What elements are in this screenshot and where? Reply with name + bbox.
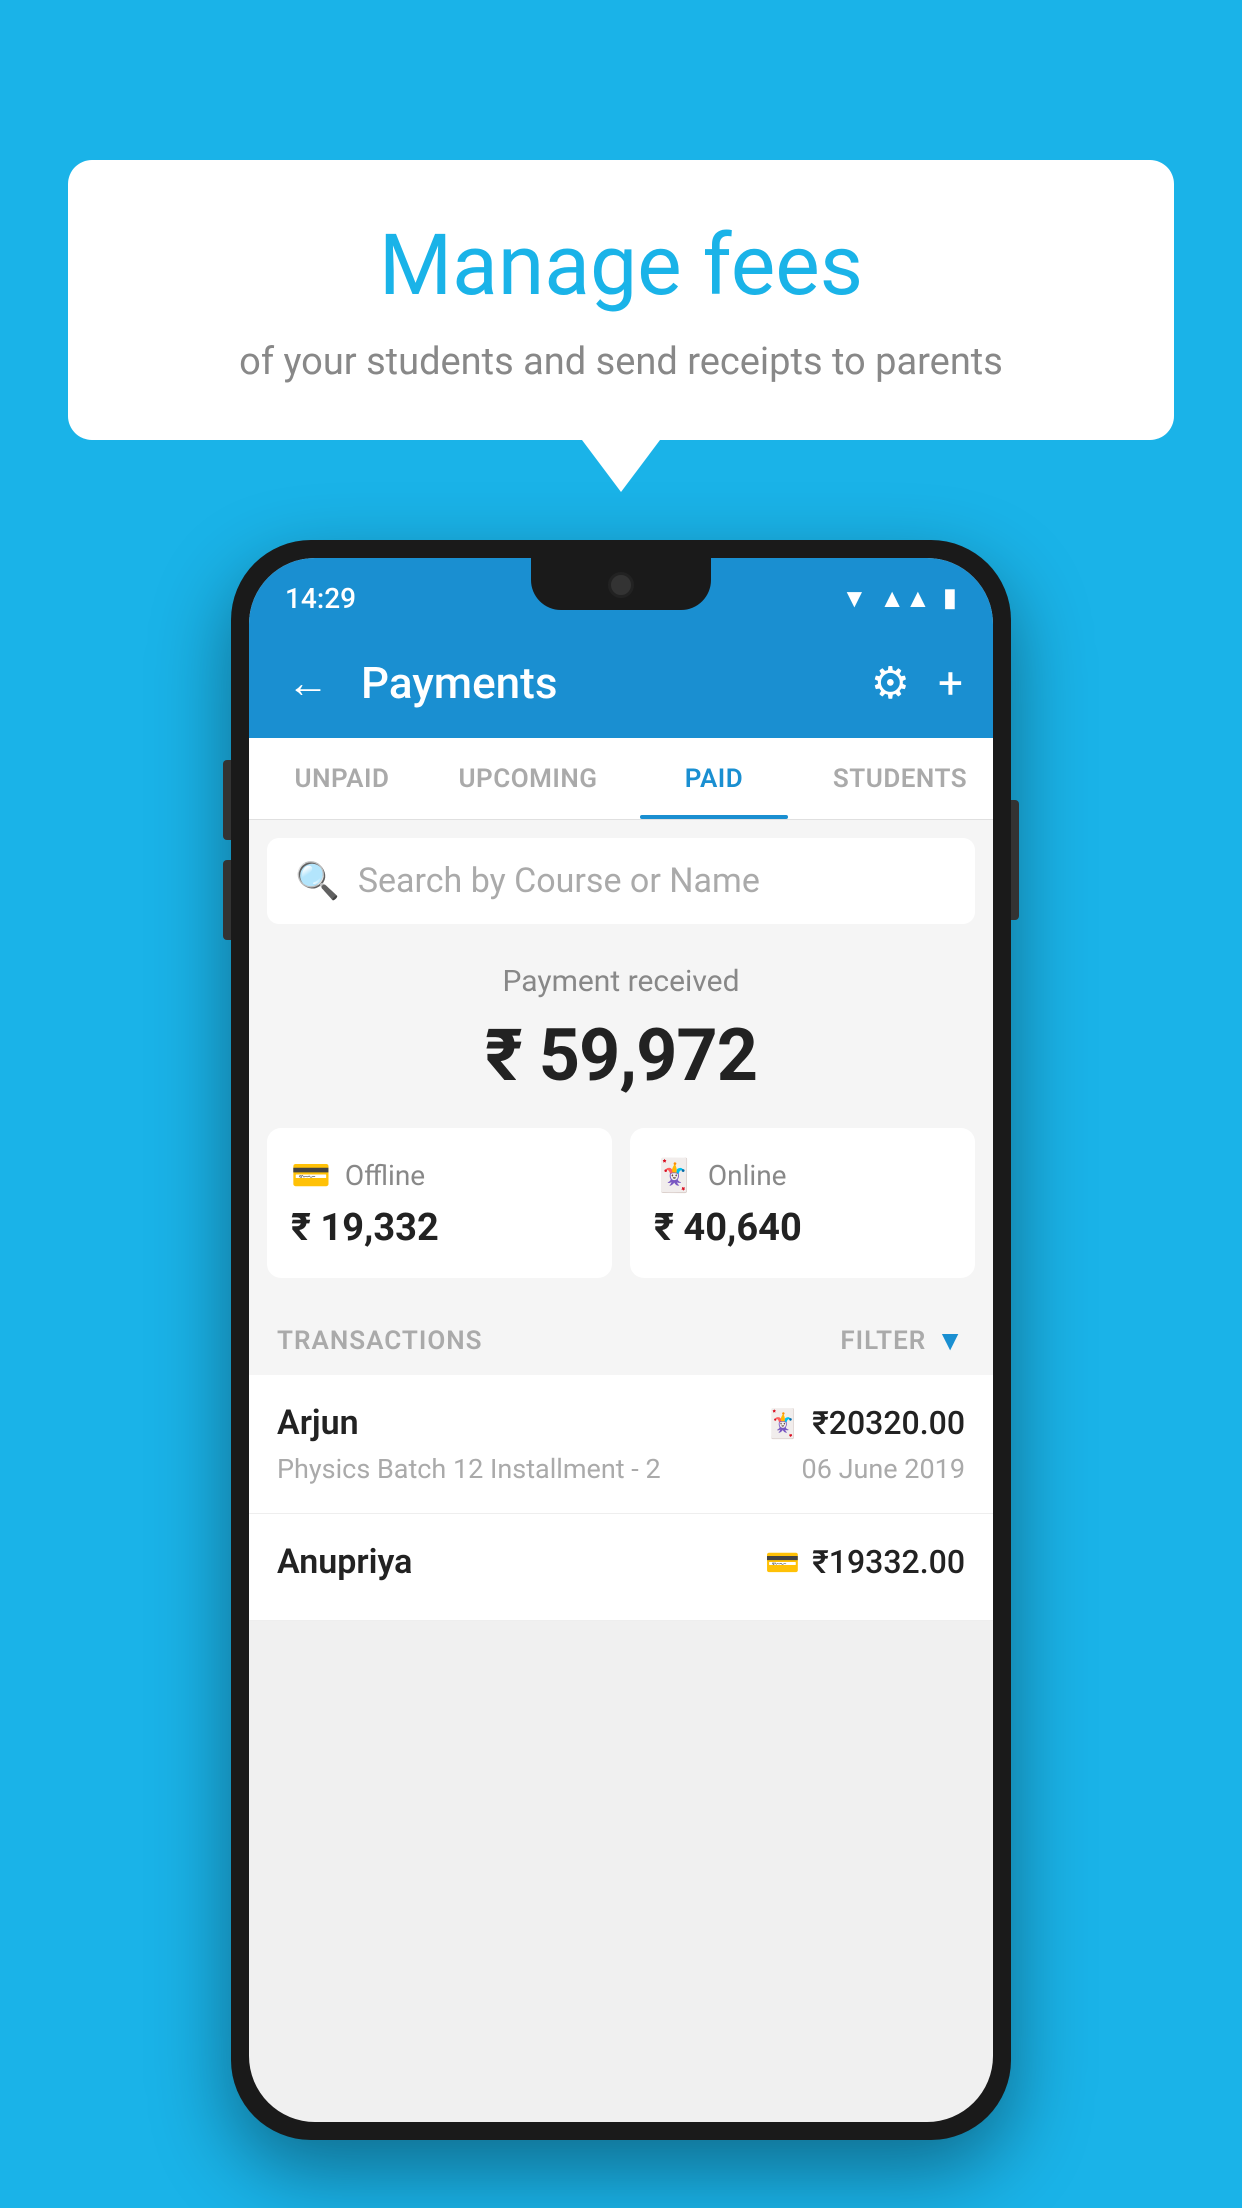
- filter-label: FILTER: [840, 1326, 926, 1356]
- speech-bubble: Manage fees of your students and send re…: [68, 160, 1174, 440]
- transactions-label: TRANSACTIONS: [277, 1326, 483, 1356]
- offline-payment-card: 💳 Offline ₹ 19,332: [267, 1128, 612, 1278]
- wifi-icon: ▼: [841, 583, 867, 614]
- add-icon[interactable]: +: [938, 657, 963, 709]
- tab-unpaid[interactable]: UNPAID: [249, 738, 435, 819]
- transaction-amount: ₹19332.00: [812, 1543, 965, 1581]
- transaction-date: 06 June 2019: [802, 1453, 965, 1485]
- front-camera: [608, 572, 634, 598]
- offline-label: Offline: [345, 1159, 425, 1192]
- online-label: Online: [708, 1159, 787, 1192]
- search-bar[interactable]: 🔍 Search by Course or Name: [267, 838, 975, 924]
- content-area: 🔍 Search by Course or Name Payment recei…: [249, 820, 993, 1621]
- offline-card-header: 💳 Offline: [291, 1156, 588, 1194]
- battery-icon: ▮: [943, 583, 957, 613]
- app-bar: ← Payments ⚙ +: [249, 628, 993, 738]
- bubble-subtitle: of your students and send receipts to pa…: [118, 336, 1124, 389]
- tab-paid[interactable]: PAID: [621, 738, 807, 819]
- payment-cards: 💳 Offline ₹ 19,332 🃏 Online ₹ 40,640: [249, 1128, 993, 1306]
- volume-up-button: [223, 760, 231, 840]
- status-icons: ▼ ▲▲ ▮: [841, 583, 957, 614]
- transaction-top: Anupriya 💳 ₹19332.00: [277, 1542, 965, 1582]
- transaction-type-icon: 🃏: [765, 1407, 800, 1440]
- online-card-header: 🃏 Online: [654, 1156, 951, 1194]
- transaction-name: Arjun: [277, 1403, 359, 1443]
- transaction-amount: ₹20320.00: [812, 1404, 965, 1442]
- settings-icon[interactable]: ⚙: [871, 657, 910, 709]
- bubble-title: Manage fees: [118, 220, 1124, 312]
- filter-icon: ▼: [936, 1324, 965, 1357]
- payment-summary: Payment received ₹ 59,972: [249, 924, 993, 1128]
- signal-icon: ▲▲: [879, 583, 930, 614]
- search-placeholder-text: Search by Course or Name: [358, 861, 760, 901]
- phone-device: 14:29 ▼ ▲▲ ▮ ← Payments ⚙ + UNPAID: [231, 540, 1011, 2140]
- transaction-row[interactable]: Anupriya 💳 ₹19332.00: [249, 1514, 993, 1621]
- app-bar-icons: ⚙ +: [871, 657, 963, 709]
- transaction-amount-wrap: 🃏 ₹20320.00: [765, 1404, 965, 1442]
- transaction-row[interactable]: Arjun 🃏 ₹20320.00 Physics Batch 12 Insta…: [249, 1375, 993, 1514]
- filter-button[interactable]: FILTER ▼: [840, 1324, 965, 1357]
- transaction-top: Arjun 🃏 ₹20320.00: [277, 1403, 965, 1443]
- tab-students[interactable]: STUDENTS: [807, 738, 993, 819]
- payment-received-amount: ₹ 59,972: [269, 1013, 973, 1098]
- search-icon: 🔍: [295, 860, 340, 902]
- payment-received-label: Payment received: [269, 964, 973, 999]
- transaction-bottom: Physics Batch 12 Installment - 2 06 June…: [277, 1453, 965, 1485]
- status-time: 14:29: [285, 582, 356, 615]
- transaction-amount-wrap: 💳 ₹19332.00: [765, 1543, 965, 1581]
- tabs-bar: UNPAID UPCOMING PAID STUDENTS: [249, 738, 993, 820]
- tab-upcoming[interactable]: UPCOMING: [435, 738, 621, 819]
- power-button: [1011, 800, 1019, 920]
- transaction-name: Anupriya: [277, 1542, 412, 1582]
- volume-down-button: [223, 860, 231, 940]
- app-bar-title: Payments: [361, 657, 847, 709]
- transactions-header: TRANSACTIONS FILTER ▼: [249, 1306, 993, 1375]
- transaction-detail: Physics Batch 12 Installment - 2: [277, 1453, 661, 1485]
- back-button[interactable]: ←: [279, 651, 337, 716]
- offline-icon: 💳: [291, 1156, 331, 1194]
- transaction-type-icon: 💳: [765, 1546, 800, 1579]
- online-amount: ₹ 40,640: [654, 1206, 951, 1250]
- online-payment-card: 🃏 Online ₹ 40,640: [630, 1128, 975, 1278]
- phone-notch: [531, 558, 711, 610]
- offline-amount: ₹ 19,332: [291, 1206, 588, 1250]
- online-icon: 🃏: [654, 1156, 694, 1194]
